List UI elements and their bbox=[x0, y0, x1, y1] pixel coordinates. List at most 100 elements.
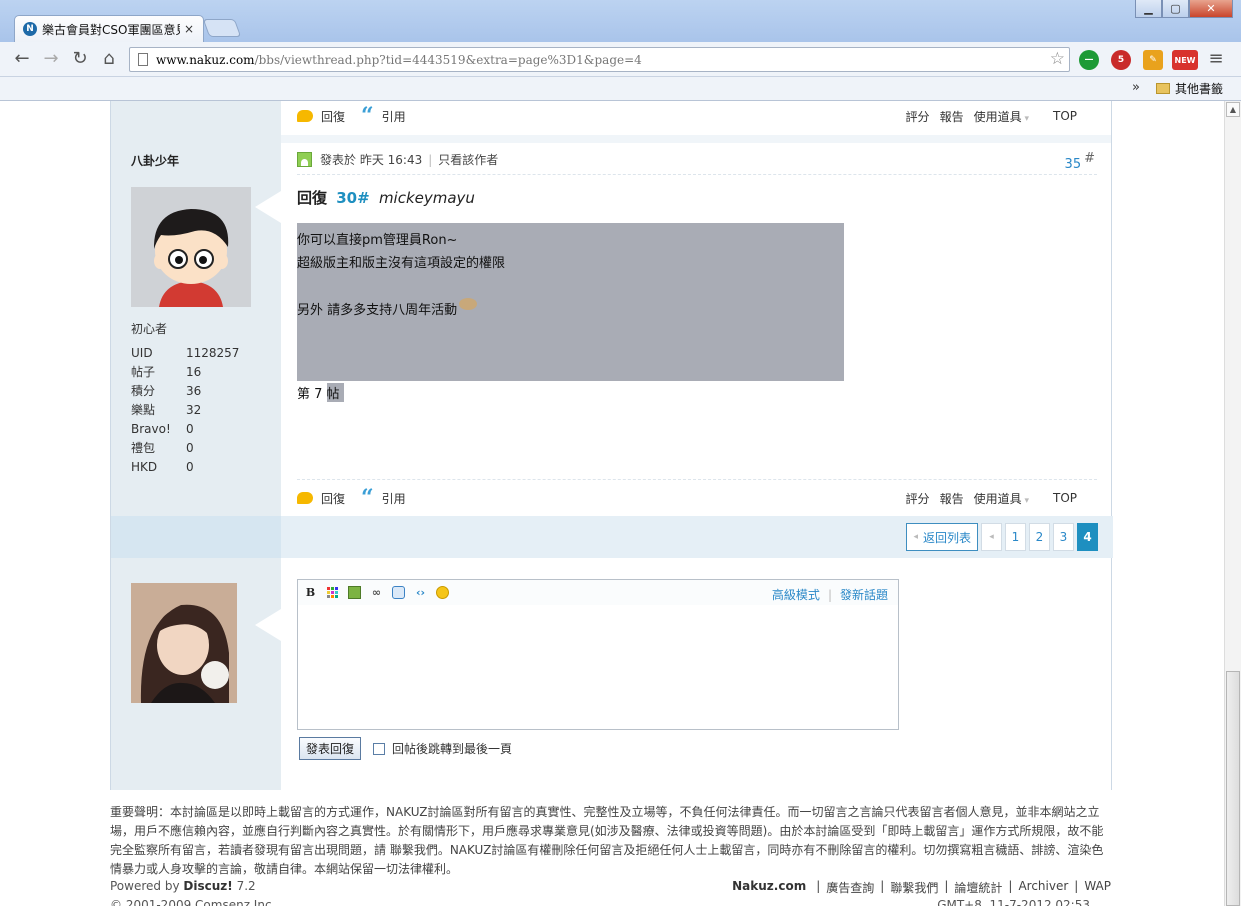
submit-row: 發表回復 回帖後跳轉到最後一頁 bbox=[299, 737, 512, 760]
quick-reply-editor[interactable]: B ∞ ‹› 高級模式 | 發新話題 bbox=[297, 579, 899, 730]
tools-dropdown[interactable]: 使用道具 bbox=[974, 108, 1029, 125]
home-button[interactable]: ⌂ bbox=[98, 49, 120, 69]
stat-value: 36 bbox=[186, 383, 202, 398]
previous-post-actions: 回復 “ 引用 評分 報告 使用道具 TOP bbox=[297, 104, 1097, 128]
top-link[interactable]: TOP bbox=[1053, 491, 1077, 505]
author-name[interactable]: 八卦少年 bbox=[131, 152, 179, 169]
bookmark-star-icon[interactable]: ☆ bbox=[1050, 49, 1065, 69]
scroll-up-icon[interactable]: ▲ bbox=[1226, 102, 1240, 117]
footer-links: Nakuz.com | 廣告查詢 | 聯繫我們 | 論壇統計 | Archiver | W… bbox=[732, 879, 1111, 896]
new-topic-link[interactable]: 發新話題 bbox=[840, 588, 888, 602]
report-button[interactable]: 報告 bbox=[940, 490, 964, 507]
extension-green-icon[interactable]: — bbox=[1079, 50, 1099, 70]
thread-container: 八卦少年 初心者 UID 1128257 帖子 16 積分 36 樂點 32 B… bbox=[110, 101, 1113, 790]
stat-row: 禮包 0 bbox=[131, 438, 239, 457]
floor-hash: # bbox=[1084, 151, 1095, 166]
top-link[interactable]: TOP bbox=[1053, 109, 1077, 123]
extension-pen-icon[interactable]: ✎ bbox=[1143, 50, 1163, 70]
submit-reply-button[interactable]: 發表回復 bbox=[299, 737, 362, 760]
advanced-mode-link[interactable]: 高級模式 bbox=[772, 588, 820, 602]
page-link-1[interactable]: 1 bbox=[1005, 523, 1026, 551]
stat-row: HKD 0 bbox=[131, 457, 239, 476]
reply-button[interactable]: 回復 bbox=[321, 108, 345, 125]
new-tab-button[interactable] bbox=[202, 19, 242, 37]
window-controls: ▁ ▢ ✕ bbox=[1135, 0, 1233, 18]
title-user: mickeymayu bbox=[378, 189, 475, 207]
extension-new-icon[interactable]: NEW bbox=[1172, 50, 1198, 70]
smiley-icon[interactable] bbox=[436, 586, 449, 599]
quote-button[interactable]: 引用 bbox=[382, 490, 406, 507]
folder-icon bbox=[1156, 83, 1170, 94]
powered-by: Powered by Discuz! 7.2 bbox=[110, 879, 256, 893]
author-avatar[interactable] bbox=[131, 187, 251, 307]
prev-page-icon[interactable]: ◂ bbox=[981, 523, 1002, 551]
code-icon[interactable]: ‹› bbox=[414, 586, 427, 599]
body-line: 超級版主和版主沒有這項設定的權限 bbox=[297, 256, 506, 271]
tools-dropdown[interactable]: 使用道具 bbox=[974, 490, 1029, 507]
quote-insert-icon[interactable] bbox=[392, 586, 405, 599]
user-online-icon bbox=[297, 152, 312, 167]
vertical-scrollbar[interactable]: ▲ bbox=[1224, 101, 1241, 906]
footer-link-ads[interactable]: 廣告查詢 bbox=[826, 879, 874, 896]
stat-row: 帖子 16 bbox=[131, 362, 239, 381]
footer-brand-link[interactable]: Nakuz.com bbox=[732, 879, 806, 896]
photo-avatar-icon bbox=[131, 583, 237, 703]
close-window-button[interactable]: ✕ bbox=[1189, 0, 1233, 18]
footer-link-contact[interactable]: 聯繫我們 bbox=[890, 879, 938, 896]
footer-link-archiver[interactable]: Archiver bbox=[1018, 879, 1068, 896]
jump-to-last-label: 回帖後跳轉到最後一頁 bbox=[392, 742, 513, 756]
reply-button[interactable]: 回復 bbox=[321, 490, 345, 507]
page-link-2[interactable]: 2 bbox=[1029, 523, 1050, 551]
forward-button[interactable]: → bbox=[40, 49, 62, 69]
back-to-list-button[interactable]: 返回列表 bbox=[906, 523, 978, 551]
bold-icon[interactable]: B bbox=[304, 586, 317, 599]
maximize-button[interactable]: ▢ bbox=[1162, 0, 1189, 18]
link-icon[interactable]: ∞ bbox=[370, 586, 383, 599]
post-floor[interactable]: 35 # bbox=[1065, 151, 1095, 172]
rate-button[interactable]: 評分 bbox=[906, 108, 930, 125]
tab-title: 樂古會員對CSO軍團區意見 bbox=[42, 22, 180, 37]
post-count-label: 第 7 帖 bbox=[297, 383, 344, 402]
browser-tab[interactable]: N 樂古會員對CSO軍團區意見 × bbox=[14, 15, 204, 42]
stat-label: UID bbox=[131, 345, 153, 360]
stat-row: UID 1128257 bbox=[131, 343, 239, 362]
post-body: 你可以直接pm管理員Ron~ 超級版主和版主沒有這項設定的權限 另外 請多多支持… bbox=[297, 223, 844, 381]
bookmarks-overflow-icon[interactable]: » bbox=[1132, 80, 1140, 95]
title-prefix: 回復 bbox=[297, 189, 328, 207]
only-author-link[interactable]: 只看該作者 bbox=[438, 151, 498, 168]
footer-link-wap[interactable]: WAP bbox=[1084, 879, 1111, 896]
post-separator bbox=[281, 135, 1111, 143]
posted-prefix: 發表於 bbox=[320, 153, 357, 167]
color-icon[interactable] bbox=[326, 586, 339, 599]
quote-button[interactable]: 引用 bbox=[382, 108, 406, 125]
stat-row: 積分 36 bbox=[131, 381, 239, 400]
page-link-3[interactable]: 3 bbox=[1053, 523, 1074, 551]
stat-label: 帖子 bbox=[131, 365, 156, 379]
scrollbar-thumb[interactable] bbox=[1226, 671, 1240, 906]
pagination: 返回列表 ◂ 1 2 3 4 bbox=[906, 523, 1098, 551]
meta-divider bbox=[297, 174, 1097, 175]
tab-close-icon[interactable]: × bbox=[184, 22, 194, 36]
address-bar[interactable]: www.nakuz.com/bbs/viewthread.php?tid=444… bbox=[129, 47, 1070, 72]
title-ref-link[interactable]: 30# bbox=[336, 189, 369, 207]
powered-name-link[interactable]: Discuz! bbox=[183, 879, 232, 893]
jump-to-last-checkbox[interactable] bbox=[373, 742, 386, 755]
chrome-menu-icon[interactable]: ≡ bbox=[1205, 49, 1227, 69]
reload-button[interactable]: ↻ bbox=[69, 49, 91, 69]
extension-opera-icon[interactable]: 5 bbox=[1111, 50, 1131, 70]
stat-label: HKD bbox=[131, 459, 158, 474]
bookmarks-bar: » 其他書籤 bbox=[0, 77, 1241, 101]
minimize-button[interactable]: ▁ bbox=[1135, 0, 1162, 18]
server-time: GMT+8, 11-7-2012 02:53 bbox=[937, 898, 1090, 906]
cartoon-avatar-icon bbox=[131, 187, 251, 307]
body-line: 另外 請多多支持八周年活動 bbox=[297, 303, 458, 318]
stat-row: Bravo! 0 bbox=[131, 419, 239, 438]
report-button[interactable]: 報告 bbox=[940, 108, 964, 125]
back-button[interactable]: ← bbox=[11, 49, 33, 69]
stat-label: 積分 bbox=[131, 384, 156, 398]
footer-link-stats[interactable]: 論壇統計 bbox=[954, 879, 1002, 896]
image-icon[interactable] bbox=[348, 586, 361, 599]
url-path: /bbs/viewthread.php?tid=4443519&extra=pa… bbox=[254, 52, 642, 67]
rate-button[interactable]: 評分 bbox=[906, 490, 930, 507]
other-bookmarks-folder[interactable]: 其他書籤 bbox=[1156, 80, 1223, 97]
